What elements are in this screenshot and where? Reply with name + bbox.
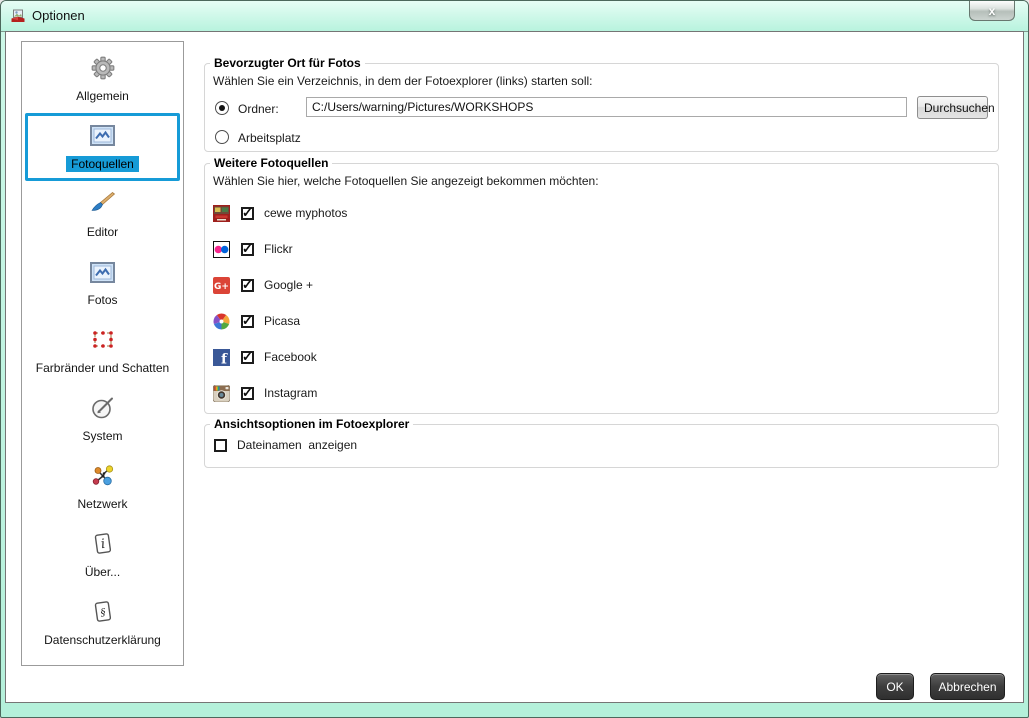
group-title: Bevorzugter Ort für Fotos (210, 56, 365, 70)
instagram-icon (213, 385, 230, 402)
browse-button[interactable]: Durchsuchen (917, 96, 988, 119)
close-button[interactable]: x (969, 1, 1015, 21)
source-row: ✓ Picasa (213, 303, 300, 339)
sidebar-item-label: System (82, 429, 122, 443)
filenames-option-row: ✓ Dateinamen anzeigen (214, 438, 357, 452)
workspace-radio-label: Arbeitsplatz (238, 131, 301, 145)
options-window: Optionen x Allgemein Fotoquellen Editor … (0, 0, 1029, 718)
filenames-checkbox-label: Dateinamen anzeigen (237, 438, 357, 452)
sidebar-item-ber[interactable]: i Über... (22, 521, 183, 589)
google-plus-icon: G+ (213, 277, 230, 294)
sidebar-item-fotos[interactable]: Fotos (22, 249, 183, 317)
sidebar-item-label: Netzwerk (77, 497, 127, 511)
sidebar-item-farbr-nder-und-schatten[interactable]: Farbränder und Schatten (22, 317, 183, 385)
source-checkbox[interactable]: ✓ (241, 351, 254, 364)
border-shadow-icon (90, 327, 116, 353)
sidebar-item-label: Datenschutzerklärung (44, 633, 161, 647)
source-checkbox[interactable]: ✓ (241, 243, 254, 256)
picasa-icon (213, 313, 230, 330)
source-label: cewe myphotos (264, 206, 347, 220)
folder-path-input[interactable] (306, 97, 907, 117)
sidebar-item-label: Editor (87, 225, 118, 239)
svg-text:G+: G+ (214, 282, 229, 292)
sidebar-item-fotoquellen[interactable]: Fotoquellen (25, 113, 180, 181)
source-checkbox[interactable]: ✓ (241, 315, 254, 328)
app-logo-icon (10, 8, 26, 24)
cancel-button[interactable]: Abbrechen (930, 673, 1005, 700)
sidebar-item-editor[interactable]: Editor (22, 181, 183, 249)
group-view-options: Ansichtsoptionen im Fotoexplorer ✓ Datei… (204, 424, 999, 468)
sidebar: Allgemein Fotoquellen Editor Fotos Farbr… (21, 41, 184, 666)
paintbrush-icon (89, 191, 117, 217)
source-checkbox[interactable]: ✓ (241, 387, 254, 400)
source-label: Facebook (264, 350, 317, 364)
sidebar-item-system[interactable]: System (22, 385, 183, 453)
dialog-body: Allgemein Fotoquellen Editor Fotos Farbr… (5, 31, 1024, 703)
source-checkbox[interactable]: ✓ (241, 207, 254, 220)
source-row: ✓ cewe myphotos (213, 195, 347, 231)
source-checkbox[interactable]: ✓ (241, 279, 254, 292)
sidebar-item-label: Fotos (87, 293, 117, 307)
filenames-checkbox[interactable]: ✓ (214, 439, 227, 452)
folder-radio[interactable] (215, 101, 229, 115)
source-label: Flickr (264, 242, 293, 256)
group-preferred-location: Bevorzugter Ort für Fotos Wählen Sie ein… (204, 63, 999, 152)
ok-button[interactable]: OK (876, 673, 914, 700)
sidebar-item-datenschutzerkl-rung[interactable]: § Datenschutzerklärung (22, 589, 183, 657)
source-row: f ✓ Facebook (213, 339, 317, 375)
photo-icon (90, 122, 115, 148)
facebook-icon: f (213, 349, 230, 366)
sidebar-item-label: Über... (85, 565, 120, 579)
source-row: ✓ Flickr (213, 231, 293, 267)
group-title: Ansichtsoptionen im Fotoexplorer (210, 417, 413, 431)
paragraph-page-icon: § (90, 599, 116, 625)
source-label: Picasa (264, 314, 300, 328)
workspace-radio[interactable] (215, 130, 229, 144)
group-photo-sources: Weitere Fotoquellen Wählen Sie hier, wel… (204, 163, 999, 414)
gear-icon (90, 55, 116, 81)
source-row: G+ ✓ Google + (213, 267, 313, 303)
source-label: Google + (264, 278, 313, 292)
sidebar-item-netzwerk[interactable]: Netzwerk (22, 453, 183, 521)
group-description: Wählen Sie ein Verzeichnis, in dem der F… (213, 74, 593, 88)
sidebar-item-label: Fotoquellen (66, 156, 139, 172)
network-nodes-icon (90, 463, 116, 489)
group-description: Wählen Sie hier, welche Fotoquellen Sie … (213, 174, 599, 188)
window-title: Optionen (32, 8, 85, 23)
source-row: ✓ Instagram (213, 375, 317, 411)
group-title: Weitere Fotoquellen (210, 156, 332, 170)
titlebar: Optionen x (1, 1, 1028, 32)
sidebar-item-label: Farbränder und Schatten (36, 361, 169, 375)
sidebar-item-label: Allgemein (76, 89, 129, 103)
source-label: Instagram (264, 386, 317, 400)
sidebar-item-allgemein[interactable]: Allgemein (22, 45, 183, 113)
about-page-icon: i (90, 531, 116, 557)
flickr-icon (213, 241, 230, 258)
cewe-myphotos-icon (213, 205, 230, 222)
svg-text:f: f (221, 351, 228, 366)
gauge-pen-icon (90, 395, 116, 421)
folder-radio-label: Ordner: (238, 102, 279, 116)
photo-icon (90, 259, 115, 285)
